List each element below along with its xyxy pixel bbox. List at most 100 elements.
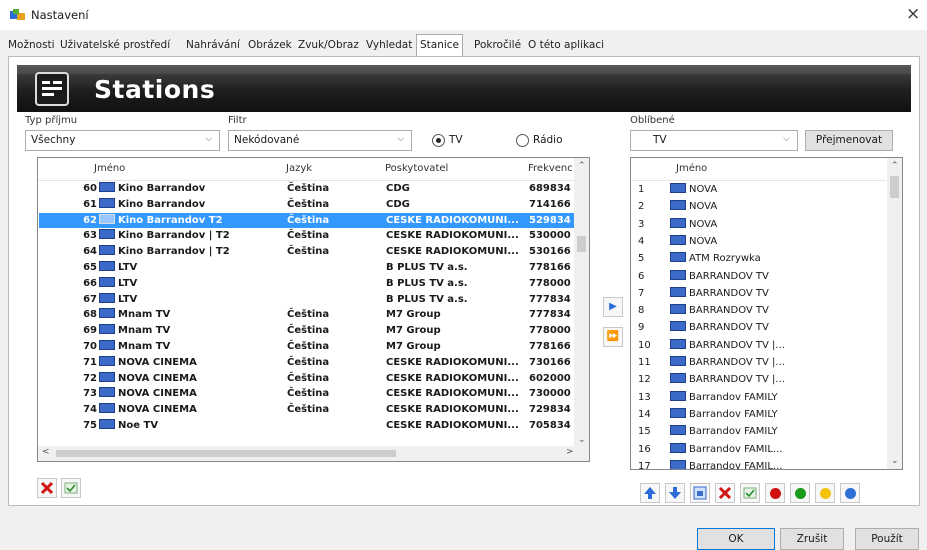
tab-obrazek[interactable]: Obrázek: [248, 37, 292, 55]
green-button[interactable]: [790, 483, 810, 503]
list-item[interactable]: 8 BARRANDOV TV: [632, 303, 886, 318]
h-scroll-thumb[interactable]: [56, 450, 396, 457]
tab-vyhledat[interactable]: Vyhledat: [366, 37, 412, 55]
table-row[interactable]: 66 LTV B PLUS TV a.s. 778000: [39, 276, 575, 291]
scroll-up-icon[interactable]: ⌃: [578, 161, 586, 171]
table-row[interactable]: 65 LTV B PLUS TV a.s. 778166: [39, 260, 575, 275]
blue-dot-icon: [845, 488, 856, 499]
scroll-down-icon[interactable]: ⌄: [891, 456, 899, 466]
station-name: NOVA CINEMA: [99, 355, 289, 370]
list-item[interactable]: 14 Barrandov FAMILY: [632, 407, 886, 422]
cancel-button[interactable]: Zrušit: [780, 528, 844, 550]
table-row[interactable]: 70 Mnam TV Čeština M7 Group 778166: [39, 339, 575, 354]
edit-station-button[interactable]: [61, 478, 81, 498]
red-button[interactable]: [765, 483, 785, 503]
list-item[interactable]: 11 BARRANDOV TV |...: [632, 355, 886, 370]
favorites-vertical-scrollbar[interactable]: ⌃ ⌄: [887, 158, 902, 469]
reception-type-select[interactable]: Všechny ⌵: [25, 130, 220, 151]
table-row[interactable]: 74 NOVA CINEMA Čeština CESKE RADIOKOMUNI...…: [39, 402, 575, 417]
tv-icon: [670, 356, 686, 366]
tab-nahravani[interactable]: Nahrávání: [186, 37, 240, 55]
tv-icon: [99, 292, 115, 303]
table-row[interactable]: 60 Kino Barrandov Čeština CDG 689834: [39, 181, 575, 196]
list-item[interactable]: 9 BARRANDOV TV: [632, 320, 886, 335]
yellow-button[interactable]: [815, 483, 835, 503]
move-down-button[interactable]: [665, 483, 685, 503]
delete-station-button[interactable]: [37, 478, 57, 498]
add-selected-button[interactable]: ▶: [603, 297, 623, 317]
tv-icon: [670, 234, 686, 245]
apply-button[interactable]: Použít: [855, 528, 919, 550]
table-row[interactable]: 72 NOVA CINEMA Čeština CESKE RADIOKOMUNI...…: [39, 371, 575, 386]
tv-icon: [99, 371, 115, 382]
table-row[interactable]: 75 Noe TV CESKE RADIOKOMUNI... 705834: [39, 418, 575, 433]
radio-tv[interactable]: [432, 134, 445, 147]
favorites-list[interactable]: Jméno 1 NOVA 2 NOVA 3 NOVA 4 NOVA 5 ATM Rozrywka 6…: [630, 157, 903, 470]
list-item[interactable]: 10 BARRANDOV TV |...: [632, 338, 886, 353]
tv-icon: [99, 213, 115, 224]
row-number: 72: [83, 372, 97, 384]
blue-button[interactable]: [840, 483, 860, 503]
column-language[interactable]: Jazyk: [286, 158, 312, 180]
move-up-button[interactable]: [640, 483, 660, 503]
tab-pokrocile[interactable]: Pokročilé: [474, 37, 521, 55]
favorite-number: 15: [638, 426, 651, 438]
stations-list[interactable]: Jméno Jazyk Poskytovatel Frekvenc 60 Kino…: [37, 157, 590, 462]
radio-radio[interactable]: [516, 134, 529, 147]
table-row[interactable]: 69 Mnam TV Čeština M7 Group 778000: [39, 323, 575, 338]
tab-o-teto-aplikaci[interactable]: O této aplikaci: [528, 37, 604, 55]
tab-moznosti[interactable]: Možnosti: [8, 37, 55, 55]
station-language: Čeština: [287, 183, 330, 194]
favorites-select[interactable]: TV ⌵: [630, 130, 798, 151]
column-frequency[interactable]: Frekvenc: [528, 158, 573, 180]
table-row[interactable]: 63 Kino Barrandov | T2 Čeština CESKE RADIOK…: [39, 228, 575, 243]
fav-column-name[interactable]: Jméno: [676, 158, 707, 180]
column-name[interactable]: Jméno: [94, 158, 125, 180]
tab-stanice[interactable]: Stanice: [416, 34, 464, 56]
scroll-down-icon[interactable]: ⌄: [578, 435, 586, 445]
reception-type-label: Typ příjmu: [25, 115, 78, 126]
table-row[interactable]: 62 Kino Barrandov T2 Čeština CESKE RADIOKOM…: [39, 212, 575, 228]
stations-vertical-scrollbar[interactable]: ⌃ ⌄: [574, 158, 589, 448]
column-provider[interactable]: Poskytovatel: [385, 158, 448, 180]
list-item[interactable]: 15 Barrandov FAMILY: [632, 424, 886, 439]
list-item[interactable]: 17 Barrandov FAMIL...: [632, 459, 886, 469]
ok-button[interactable]: OK: [697, 528, 775, 550]
rename-button[interactable]: Přejmenovat: [805, 130, 893, 151]
close-icon[interactable]: ×: [906, 4, 920, 24]
list-item[interactable]: 4 NOVA: [632, 234, 886, 249]
station-frequency: 714166: [529, 198, 571, 210]
table-row[interactable]: 61 Kino Barrandov Čeština CDG 714166: [39, 197, 575, 212]
row-number: 60: [83, 183, 97, 194]
scroll-thumb[interactable]: [577, 236, 586, 252]
scroll-left-icon[interactable]: <: [42, 447, 50, 457]
list-item[interactable]: 16 Barrandov FAMIL...: [632, 442, 886, 457]
favorite-name: BARRANDOV TV: [670, 286, 882, 301]
favorite-name: BARRANDOV TV: [670, 303, 882, 318]
table-row[interactable]: 67 LTV B PLUS TV a.s. 777834: [39, 292, 575, 307]
list-item[interactable]: 12 BARRANDOV TV |...: [632, 372, 886, 387]
table-row[interactable]: 71 NOVA CINEMA Čeština CESKE RADIOKOMUNI...…: [39, 355, 575, 370]
edit-favorite-button[interactable]: [740, 483, 760, 503]
list-item[interactable]: 7 BARRANDOV TV: [632, 286, 886, 301]
filter-select[interactable]: Nekódované ⌵: [228, 130, 412, 151]
remove-favorite-button[interactable]: [715, 483, 735, 503]
scroll-up-icon[interactable]: ⌃: [891, 161, 899, 171]
stations-horizontal-scrollbar[interactable]: < >: [38, 446, 589, 461]
station-frequency: 689834: [529, 183, 571, 194]
list-item[interactable]: 2 NOVA: [632, 199, 886, 214]
list-item[interactable]: 5 ATM Rozrywka: [632, 251, 886, 266]
list-item[interactable]: 1 NOVA: [632, 182, 886, 197]
list-item[interactable]: 3 NOVA: [632, 217, 886, 232]
scroll-right-icon[interactable]: >: [566, 447, 574, 457]
image-button[interactable]: [690, 483, 710, 503]
scroll-thumb[interactable]: [890, 176, 899, 198]
list-item[interactable]: 6 BARRANDOV TV: [632, 269, 886, 284]
tab-zvuk-obraz[interactable]: Zvuk/Obraz: [298, 37, 359, 55]
table-row[interactable]: 73 NOVA CINEMA Čeština CESKE RADIOKOMUNI...…: [39, 386, 575, 401]
list-item[interactable]: 13 Barrandov FAMILY: [632, 390, 886, 405]
add-all-button[interactable]: ⏩: [603, 327, 623, 347]
table-row[interactable]: 64 Kino Barrandov | T2 Čeština CESKE RADIOK…: [39, 244, 575, 259]
table-row[interactable]: 68 Mnam TV Čeština M7 Group 777834: [39, 307, 575, 322]
tab-uzivatelske-prostredi[interactable]: Uživatelské prostředí: [60, 37, 170, 55]
